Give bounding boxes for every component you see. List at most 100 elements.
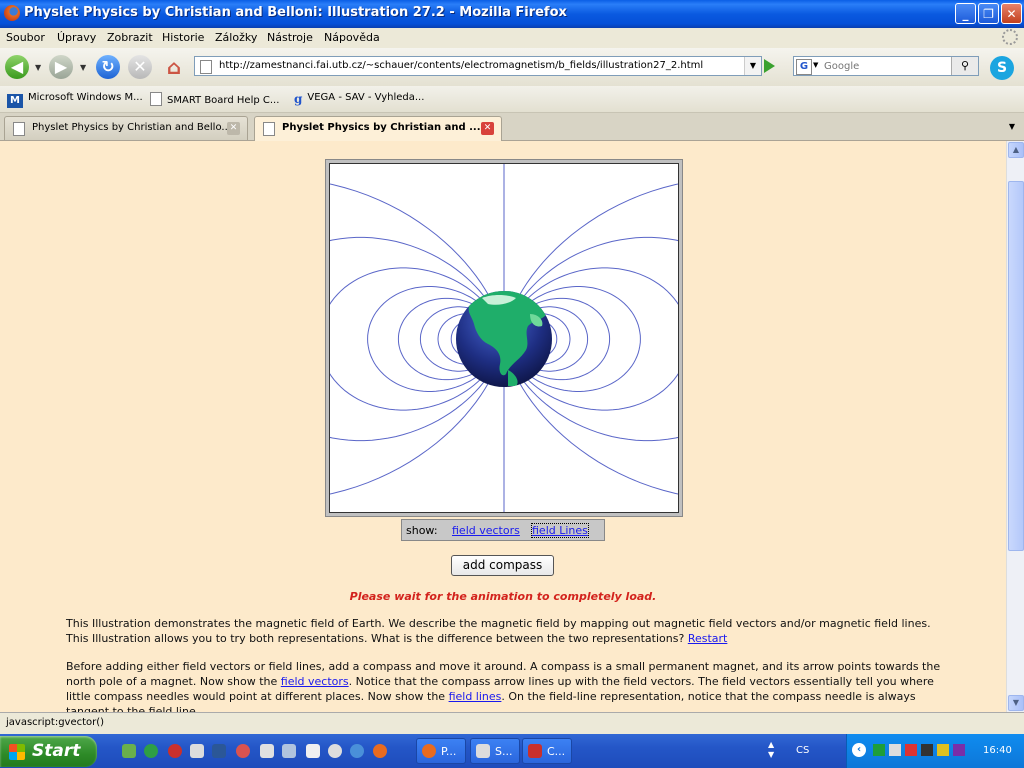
tray-app-icon[interactable] xyxy=(905,744,917,756)
close-button[interactable]: ✕ xyxy=(1001,3,1022,24)
search-input[interactable] xyxy=(824,59,949,73)
search-bar: G ▼ ⚲ xyxy=(793,56,979,76)
field-lines-inline-link[interactable]: field lines xyxy=(449,690,502,703)
back-button[interactable]: ◀ xyxy=(5,55,29,79)
reload-icon[interactable]: ↻ xyxy=(96,55,120,79)
task-label: C... xyxy=(547,745,566,758)
skype-icon[interactable]: S xyxy=(990,56,1014,80)
taskbar-scroll-arrows[interactable]: ▲ ▼ xyxy=(768,740,774,760)
home-icon[interactable]: ⌂ xyxy=(162,55,186,79)
taskbar-task-c[interactable]: C... xyxy=(522,738,572,764)
quicklaunch-app-icon[interactable] xyxy=(190,744,204,758)
status-bar: javascript:gvector() xyxy=(0,712,1024,734)
forward-history-dropdown[interactable]: ▼ xyxy=(80,63,86,72)
search-engine-dropdown[interactable]: ▼ xyxy=(813,61,818,69)
quicklaunch-opera-icon[interactable] xyxy=(168,744,182,758)
window-app-icon xyxy=(528,744,542,758)
tab-list-dropdown[interactable]: ▼ xyxy=(1004,118,1020,136)
google-icon[interactable]: G xyxy=(796,59,812,75)
page-icon xyxy=(13,122,25,136)
quicklaunch-app-icon[interactable] xyxy=(282,744,296,758)
quicklaunch-app-icon[interactable] xyxy=(328,744,342,758)
window-title-bar[interactable]: Physlet Physics by Christian and Belloni… xyxy=(0,0,1024,28)
task-label: S... xyxy=(495,745,513,758)
page-icon xyxy=(150,92,162,106)
page-content: show: field vectors field Lines add comp… xyxy=(0,141,1006,712)
language-indicator[interactable]: CS xyxy=(796,745,809,756)
throbber-icon xyxy=(1002,29,1018,45)
google-icon: g xyxy=(294,92,303,106)
menu-bar: Soubor Úpravy Zobrazit Historie Záložky … xyxy=(0,28,1024,48)
field-vectors-inline-link[interactable]: field vectors xyxy=(281,675,349,688)
menu-bookmarks[interactable]: Záložky xyxy=(215,31,257,44)
scroll-up-button[interactable]: ▲ xyxy=(1008,142,1024,158)
earth-magnetic-field-applet[interactable] xyxy=(329,163,679,513)
bookmark-smart-board[interactable]: SMART Board Help C... xyxy=(150,92,279,106)
field-lines-plot xyxy=(330,164,678,512)
bookmark-vega-sav[interactable]: g VEGA - SAV - Vyhleda... xyxy=(294,92,424,106)
menu-help[interactable]: Nápověda xyxy=(324,31,380,44)
window-app-icon xyxy=(476,744,490,758)
quicklaunch-show-desktop-icon[interactable] xyxy=(122,744,136,758)
tab-label: Physlet Physics by Christian and ... xyxy=(282,122,481,133)
restart-link[interactable]: Restart xyxy=(688,632,728,645)
quicklaunch-app-icon[interactable] xyxy=(144,744,158,758)
search-icon[interactable]: ⚲ xyxy=(951,57,978,75)
tab-label: Physlet Physics by Christian and Bello..… xyxy=(32,122,231,133)
menu-tools[interactable]: Nástroje xyxy=(267,31,313,44)
windows-taskbar: Start P... S... C... ▲ ▼ CS ‹ 16:40 xyxy=(0,734,1024,768)
menu-file[interactable]: Soubor xyxy=(6,31,45,44)
loading-message: Please wait for the animation to complet… xyxy=(349,590,657,603)
scroll-thumb[interactable] xyxy=(1008,181,1024,551)
quicklaunch-word-icon[interactable] xyxy=(212,744,226,758)
start-button[interactable]: Start xyxy=(0,736,97,767)
add-compass-button[interactable]: add compass xyxy=(451,555,554,576)
tray-app-icon[interactable] xyxy=(889,744,901,756)
representation-toggle-bar: show: field vectors field Lines xyxy=(401,519,605,541)
scroll-down-button[interactable]: ▼ xyxy=(1008,695,1024,711)
tray-app-icon[interactable] xyxy=(873,744,885,756)
tray-app-icon[interactable] xyxy=(937,744,949,756)
applet-frame xyxy=(325,159,683,517)
close-tab-icon[interactable]: ✕ xyxy=(481,122,494,135)
taskbar-task-s[interactable]: S... xyxy=(470,738,520,764)
field-lines-link[interactable]: field Lines xyxy=(531,523,589,538)
bookmark-label: Microsoft Windows M... xyxy=(28,92,143,103)
firefox-icon xyxy=(4,5,20,21)
description-paragraph-2: Before adding either field vectors or fi… xyxy=(66,659,946,712)
stop-icon[interactable]: ✕ xyxy=(128,55,152,79)
maximize-button[interactable]: ❐ xyxy=(978,3,999,24)
tray-app-icon[interactable] xyxy=(921,744,933,756)
paragraph-text: This Illustration demonstrates the magne… xyxy=(66,617,931,645)
menu-history[interactable]: Historie xyxy=(162,31,204,44)
taskbar-task-firefox[interactable]: P... xyxy=(416,738,466,764)
url-bar[interactable]: http://zamestnanci.fai.utb.cz/~schauer/c… xyxy=(194,56,762,76)
description-paragraph-1: This Illustration demonstrates the magne… xyxy=(66,616,946,646)
tab-bar: Physlet Physics by Christian and Bello..… xyxy=(0,113,1024,141)
menu-view[interactable]: Zobrazit xyxy=(107,31,153,44)
quicklaunch-firefox-icon[interactable] xyxy=(373,744,387,758)
show-hidden-icons-icon[interactable]: ‹ xyxy=(852,743,866,757)
tab-physlet-1[interactable]: Physlet Physics by Christian and Bello..… xyxy=(4,116,248,140)
url-history-dropdown[interactable]: ▼ xyxy=(744,57,761,75)
page-icon xyxy=(200,60,212,74)
bookmark-microsoft-windows[interactable]: M Microsoft Windows M... xyxy=(7,92,143,108)
menu-edit[interactable]: Úpravy xyxy=(57,31,96,44)
url-text[interactable]: http://zamestnanci.fai.utb.cz/~schauer/c… xyxy=(219,60,703,71)
bookmarks-toolbar: M Microsoft Windows M... SMART Board Help… xyxy=(0,86,1024,113)
close-tab-icon[interactable]: ✕ xyxy=(227,122,240,135)
vertical-scrollbar[interactable]: ▲ ▼ xyxy=(1006,141,1024,712)
minimize-button[interactable]: _ xyxy=(955,3,976,24)
clock: 16:40 xyxy=(983,745,1012,756)
tab-physlet-2[interactable]: Physlet Physics by Christian and ... ✕ xyxy=(254,116,502,141)
quicklaunch-app-icon[interactable] xyxy=(306,744,320,758)
go-icon[interactable] xyxy=(764,59,775,73)
field-vectors-link[interactable]: field vectors xyxy=(452,524,520,537)
forward-button[interactable]: ▶ xyxy=(49,55,73,79)
back-history-dropdown[interactable]: ▼ xyxy=(35,63,41,72)
tray-app-icon[interactable] xyxy=(953,744,965,756)
quicklaunch-app-icon[interactable] xyxy=(260,744,274,758)
task-label: P... xyxy=(441,745,457,758)
quicklaunch-app-icon[interactable] xyxy=(236,744,250,758)
quicklaunch-app-icon[interactable] xyxy=(350,744,364,758)
